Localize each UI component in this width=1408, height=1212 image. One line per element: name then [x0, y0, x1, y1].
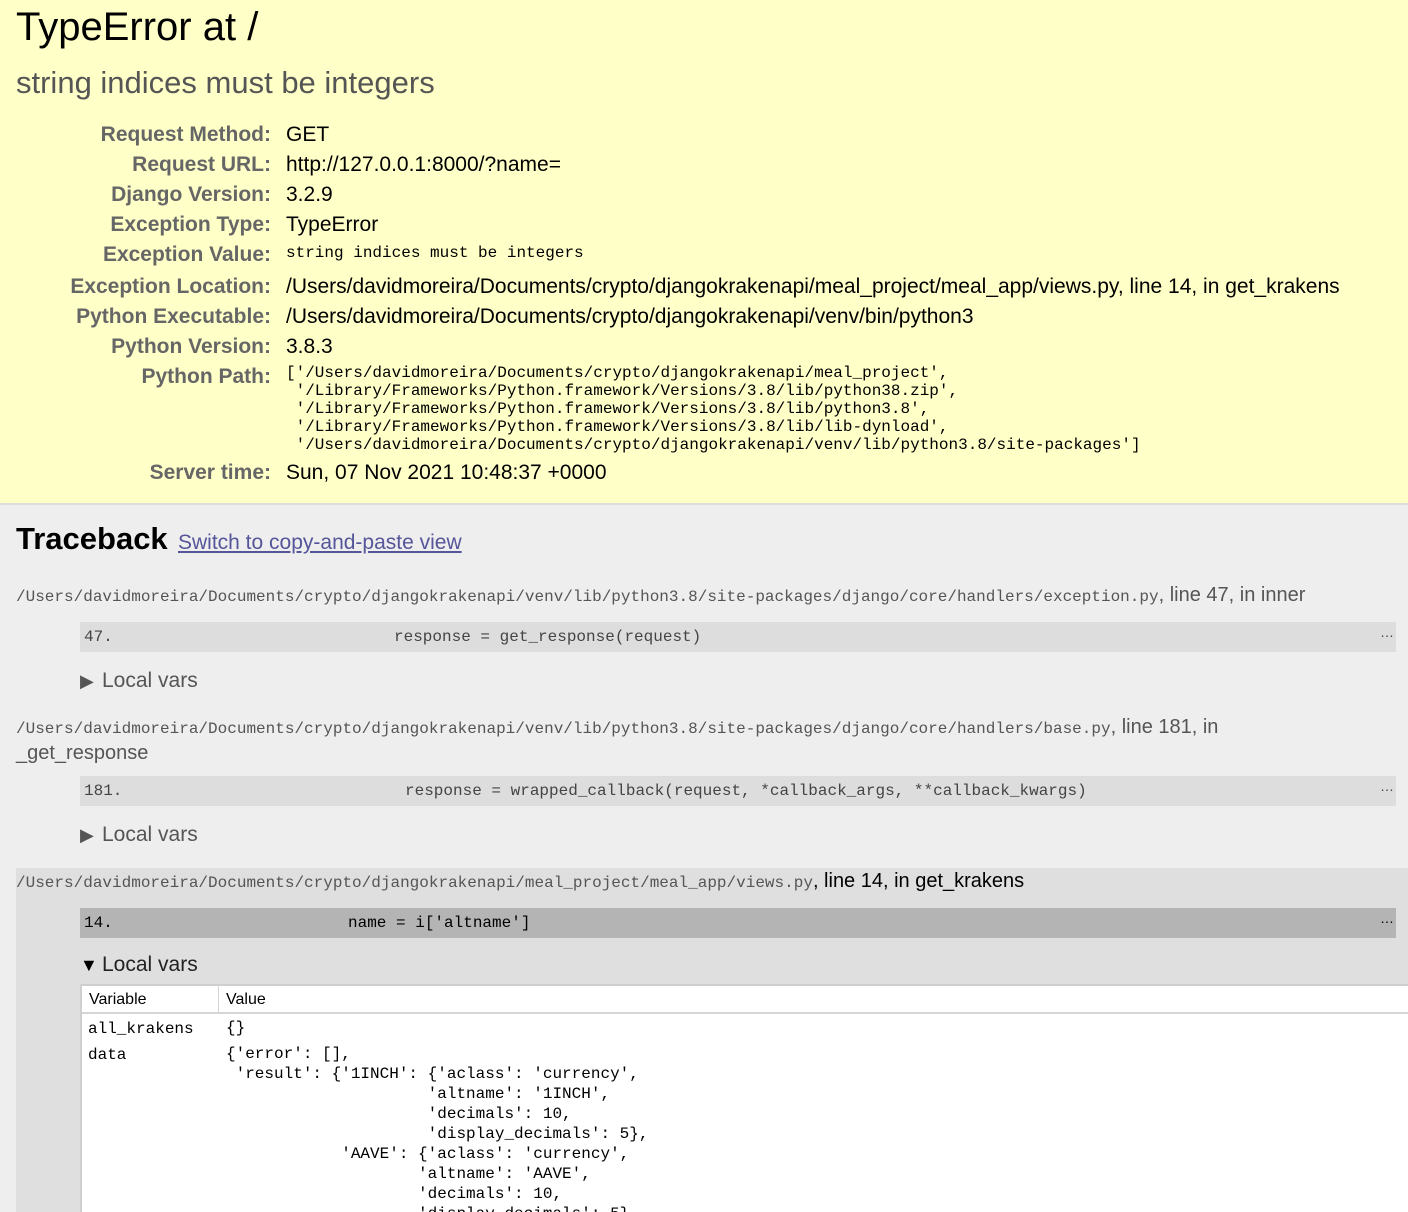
code-text: response = get_response(request)	[394, 628, 702, 646]
python-path-entry: ['/Users/davidmoreira/Documents/crypto/d…	[286, 364, 949, 382]
frame-file-path: /Users/davidmoreira/Documents/crypto/dja…	[16, 720, 1111, 738]
meta-label: Server time:	[149, 461, 271, 484]
meta-label: Request Method:	[100, 123, 271, 146]
meta-value: Sun, 07 Nov 2021 10:48:37 +0000	[286, 461, 607, 484]
frame-function-name: _get_response	[16, 742, 149, 764]
python-path-list: ['/Users/davidmoreira/Documents/crypto/d…	[286, 364, 1141, 454]
collapsed-arrow-icon: ▶	[80, 825, 94, 845]
variable-name: all_krakens	[88, 1020, 194, 1038]
local-vars-label: Local vars	[102, 953, 198, 976]
table-header: Variable Value	[82, 986, 1408, 1014]
python-path-entry: '/Library/Frameworks/Python.framework/Ve…	[286, 418, 949, 436]
meta-label: Django Version:	[111, 183, 271, 206]
meta-label: Exception Location:	[70, 275, 271, 298]
meta-label: Exception Value:	[102, 243, 271, 266]
code-text: response = wrapped_callback(request, *ca…	[405, 782, 1087, 800]
frame-file-path: /Users/davidmoreira/Documents/crypto/dja…	[16, 874, 813, 892]
variable-name: data	[88, 1046, 127, 1064]
context-line-active[interactable]: 14. name = i['altname'] …	[80, 908, 1396, 938]
frame-location: /Users/davidmoreira/Documents/crypto/dja…	[16, 870, 1024, 893]
local-vars-toggle[interactable]: ▶ Local vars	[80, 668, 198, 694]
meta-label: Python Executable:	[76, 305, 271, 328]
line-number: 14.	[84, 914, 113, 932]
meta-label: Request URL:	[132, 153, 271, 176]
column-divider	[218, 986, 219, 1014]
expand-context-icon[interactable]: …	[1380, 624, 1394, 640]
python-path-entry: '/Users/davidmoreira/Documents/crypto/dj…	[286, 436, 1141, 454]
variable-value: {'error': [], 'result': {'1INCH': {'acla…	[226, 1045, 649, 1212]
local-vars-toggle[interactable]: ▶ Local vars	[80, 822, 198, 848]
meta-value: /Users/davidmoreira/Documents/crypto/dja…	[286, 275, 1340, 298]
exception-message: string indices must be integers	[16, 65, 435, 100]
collapsed-arrow-icon: ▶	[80, 671, 94, 691]
python-path-entry: '/Library/Frameworks/Python.framework/Ve…	[286, 382, 959, 400]
meta-label: Python Version:	[111, 335, 271, 358]
meta-label: Exception Type:	[110, 213, 271, 236]
line-number: 47.	[84, 628, 113, 646]
column-header-variable: Variable	[89, 991, 147, 1008]
code-text: name = i['altname']	[348, 914, 531, 932]
meta-value: /Users/davidmoreira/Documents/crypto/dja…	[286, 305, 974, 328]
meta-value: http://127.0.0.1:8000/?name=	[286, 153, 561, 176]
traceback-heading: Traceback	[16, 521, 168, 556]
frame-location: /Users/davidmoreira/Documents/crypto/dja…	[16, 584, 1305, 607]
expanded-arrow-icon: ▼	[80, 955, 98, 975]
meta-value: GET	[286, 123, 330, 146]
local-vars-label: Local vars	[102, 669, 198, 692]
meta-value: 3.2.9	[286, 183, 333, 206]
meta-label: Python Path:	[141, 365, 272, 388]
frame-line-info: , line 181, in	[1110, 716, 1219, 738]
context-line[interactable]: 181. response = wrapped_callback(request…	[80, 776, 1396, 806]
frame-line-info: , line 14, in get_krakens	[812, 870, 1025, 892]
python-path-entry: '/Library/Frameworks/Python.framework/Ve…	[286, 400, 930, 418]
local-vars-label: Local vars	[102, 823, 198, 846]
meta-value: TypeError	[286, 213, 379, 236]
expand-context-icon[interactable]: …	[1380, 910, 1394, 926]
line-number: 181.	[84, 782, 123, 800]
variable-value: {}	[226, 1019, 246, 1037]
column-header-value: Value	[226, 991, 266, 1008]
local-vars-toggle[interactable]: ▼ Local vars	[80, 952, 198, 978]
frame-location: /Users/davidmoreira/Documents/crypto/dja…	[16, 716, 1219, 764]
frame-line-info: , line 47, in inner	[1158, 584, 1306, 606]
meta-value: 3.8.3	[286, 335, 333, 358]
copy-paste-view-link[interactable]: Switch to copy-and-paste view	[178, 530, 462, 556]
frame-file-path: /Users/davidmoreira/Documents/crypto/dja…	[16, 588, 1159, 606]
expand-context-icon[interactable]: …	[1380, 778, 1394, 794]
error-summary: TypeError at / string indices must be in…	[0, 0, 1408, 505]
page-title: TypeError at /	[16, 5, 259, 49]
meta-value: string indices must be integers	[286, 244, 584, 262]
local-vars-table: Variable Value all_krakens {} data {'err…	[80, 984, 1408, 1212]
context-line[interactable]: 47. response = get_response(request) …	[80, 622, 1396, 652]
